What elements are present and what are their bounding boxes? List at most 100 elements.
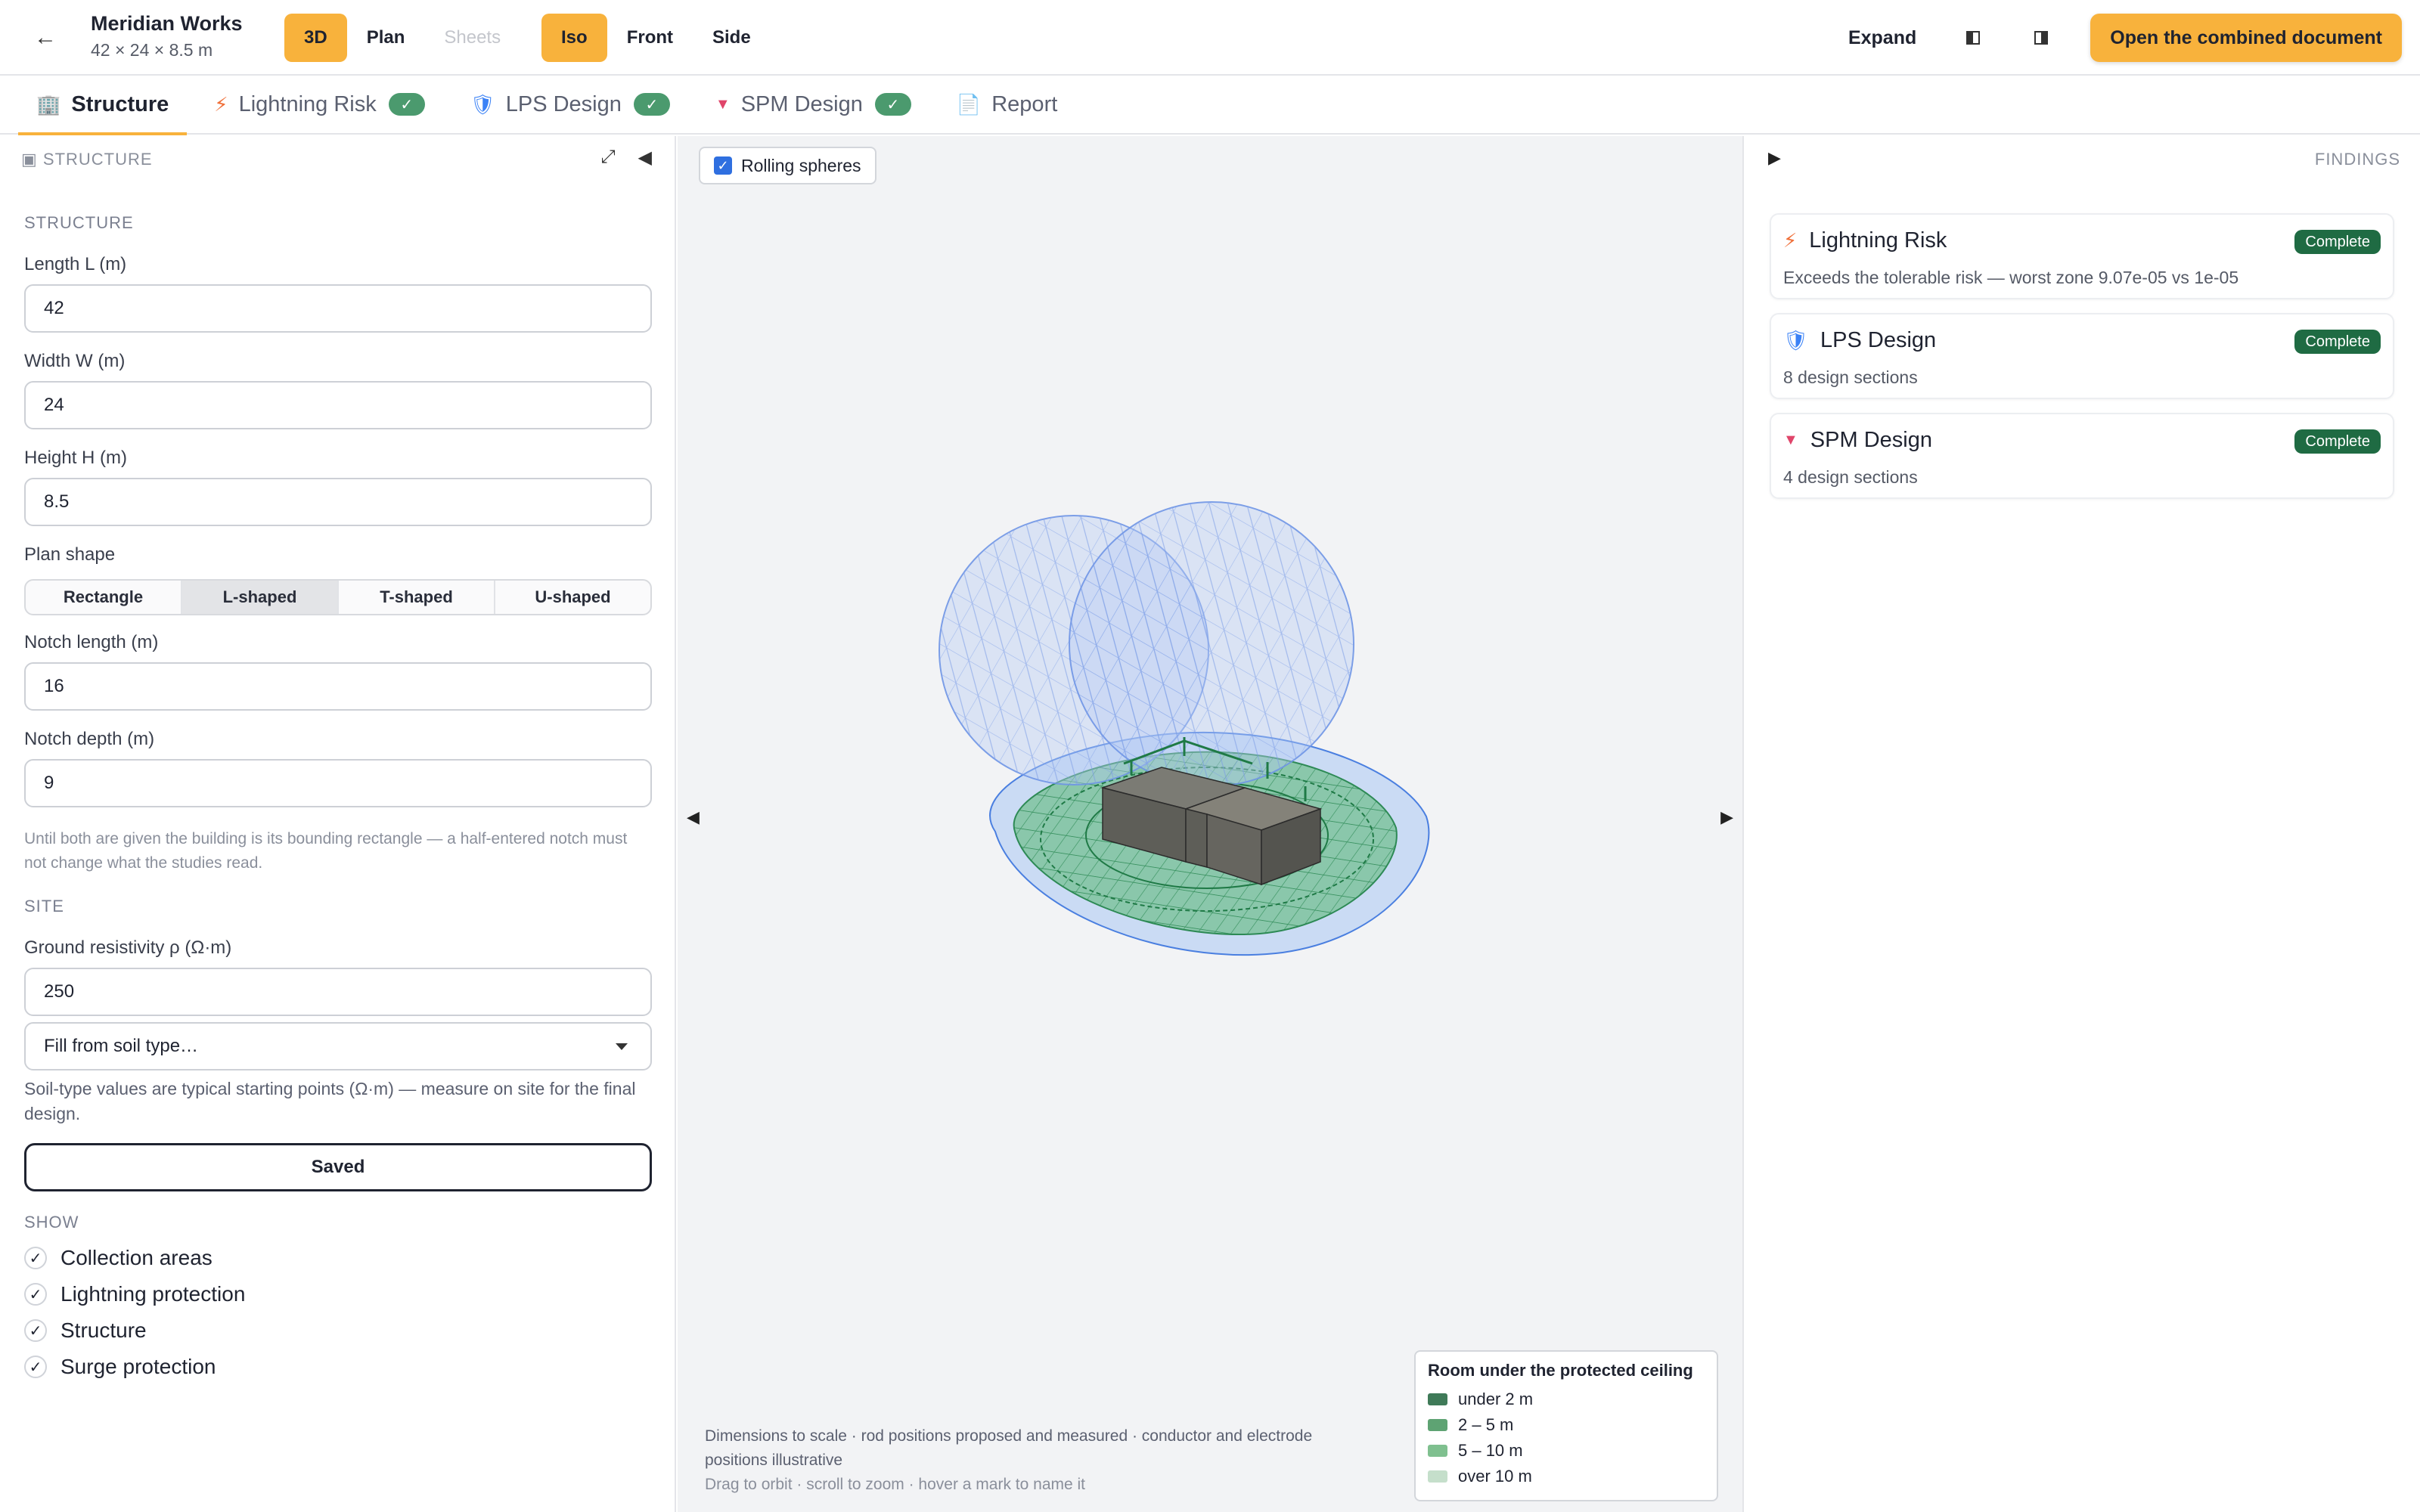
tab-label: SPM Design xyxy=(740,91,863,116)
legend-item: over 10 m xyxy=(1428,1464,1705,1489)
soil-hint: Soil-type values are typical starting po… xyxy=(24,1079,636,1123)
tab-label: Structure xyxy=(71,91,169,116)
height-input[interactable]: 8.5 xyxy=(24,478,652,526)
show-surge-protection-toggle[interactable]: ✓ Surge protection xyxy=(24,1355,216,1379)
legend-swatch xyxy=(1428,1419,1447,1431)
section-site-label: SITE xyxy=(24,897,64,916)
check-icon: ✓ xyxy=(24,1247,47,1269)
triangle-down-icon: ▼ xyxy=(715,95,731,113)
project-info: Meridian Works 42 × 24 × 8.5 m xyxy=(91,12,243,60)
module-tabs: 🏢 Structure ⚡ Lightning Risk ✓ 🛡 LPS Des… xyxy=(0,76,2420,135)
tab-spm-design[interactable]: ▼ SPM Design ✓ xyxy=(697,75,929,134)
project-name: Meridian Works xyxy=(91,12,243,35)
checkbox-checked-icon[interactable]: ✓ xyxy=(714,156,732,175)
notch-depth-label: Notch depth (m) xyxy=(24,729,155,749)
shield-icon: 🛡 xyxy=(1783,329,1809,352)
shape-rectangle-option[interactable]: Rectangle xyxy=(26,581,182,614)
show-item-label: Lightning protection xyxy=(60,1282,246,1306)
back-arrow-icon[interactable]: ← xyxy=(30,21,60,54)
notch-hint: Until both are given the building is its… xyxy=(24,830,628,872)
status-badge: Complete xyxy=(2294,429,2381,454)
resistivity-label: Ground resistivity ρ (Ω·m) xyxy=(24,937,232,958)
shape-t-shaped-option[interactable]: T-shaped xyxy=(339,581,495,614)
view-sheets-button: Sheets xyxy=(444,27,501,48)
shape-l-shaped-option[interactable]: L-shaped xyxy=(182,581,339,614)
legend-item: 2 – 5 m xyxy=(1428,1412,1705,1438)
structure-panel: ▣ STRUCTURE ⤢ ◀ STRUCTURE Length L (m) 4… xyxy=(0,136,676,1512)
3d-scene[interactable] xyxy=(678,136,1742,1512)
3d-viewport[interactable]: ✓ Rolling spheres ◀ ▶ Dimensions to scal… xyxy=(678,136,1742,1512)
status-badge: Complete xyxy=(2294,230,2381,254)
rolling-spheres-toggle[interactable]: ✓ Rolling spheres xyxy=(699,147,876,184)
legend-label: 2 – 5 m xyxy=(1458,1415,1514,1434)
chevron-down-icon xyxy=(616,1043,628,1050)
legend-item: 5 – 10 m xyxy=(1428,1438,1705,1464)
show-lightning-protection-toggle[interactable]: ✓ Lightning protection xyxy=(24,1282,245,1306)
legend-swatch xyxy=(1428,1445,1447,1457)
view-mode-switch: 3D Plan Sheets xyxy=(284,14,520,62)
plan-shape-selector: Rectangle L-shaped T-shaped U-shaped xyxy=(24,579,652,615)
rolling-spheres-label: Rolling spheres xyxy=(741,155,861,175)
card-title: 🛡 LPS Design xyxy=(1783,328,1937,352)
show-item-label: Surge protection xyxy=(60,1355,216,1378)
toggle-left-panel-button[interactable] xyxy=(1939,14,2007,62)
collapse-findings-icon[interactable]: ▶ xyxy=(1768,148,1781,168)
right-panel-icon xyxy=(2034,31,2049,45)
legend-item: under 2 m xyxy=(1428,1387,1705,1412)
width-input[interactable]: 24 xyxy=(24,381,652,429)
shield-icon: 🛡 xyxy=(470,92,495,116)
shape-u-shaped-option[interactable]: U-shaped xyxy=(495,581,650,614)
legend-label: over 10 m xyxy=(1458,1467,1532,1486)
height-label: Height H (m) xyxy=(24,448,128,468)
top-bar: ← Meridian Works 42 × 24 × 8.5 m 3D Plan… xyxy=(0,0,2420,76)
triangle-down-icon: ▼ xyxy=(1783,432,1798,448)
collapse-left-arrow-icon[interactable]: ◀ xyxy=(687,807,700,827)
notch-depth-input[interactable]: 9 xyxy=(24,759,652,807)
tab-label: Lightning Risk xyxy=(238,91,377,116)
building-icon: 🏢 xyxy=(36,92,61,116)
expand-button[interactable]: Expand xyxy=(1826,27,1939,49)
lightning-icon: ⚡ xyxy=(1783,229,1798,252)
collapse-panel-icon[interactable]: ◀ xyxy=(638,147,652,169)
camera-iso-button[interactable]: Iso xyxy=(541,14,607,62)
card-title: ▼ SPM Design xyxy=(1783,428,1932,452)
tab-lps-design[interactable]: 🛡 LPS Design ✓ xyxy=(452,75,688,134)
view-3d-button[interactable]: 3D xyxy=(284,14,347,62)
top-right-actions: Expand Open the combined document xyxy=(1826,14,2402,62)
show-item-label: Collection areas xyxy=(60,1246,213,1269)
show-structure-toggle[interactable]: ✓ Structure xyxy=(24,1318,147,1343)
toggle-right-panel-button[interactable] xyxy=(2007,14,2075,62)
card-title: ⚡ Lightning Risk xyxy=(1783,228,1947,253)
camera-front-button[interactable]: Front xyxy=(607,14,693,62)
scale-note: Dimensions to scale · rod positions prop… xyxy=(705,1427,1313,1469)
notch-length-input[interactable]: 16 xyxy=(24,662,652,711)
view-plan-button[interactable]: Plan xyxy=(347,14,425,62)
tab-structure[interactable]: 🏢 Structure xyxy=(18,75,188,135)
resistivity-input[interactable]: 250 xyxy=(24,968,652,1016)
tab-lightning-risk[interactable]: ⚡ Lightning Risk ✓ xyxy=(196,75,442,134)
legend-label: under 2 m xyxy=(1458,1390,1534,1408)
soil-type-select[interactable]: Fill from soil type… xyxy=(24,1022,652,1070)
expand-panel-icon[interactable]: ⤢ xyxy=(600,147,615,169)
open-combined-document-button[interactable]: Open the combined document xyxy=(2090,14,2402,62)
project-dimensions: 42 × 24 × 8.5 m xyxy=(91,40,213,60)
legend-swatch xyxy=(1428,1470,1447,1483)
camera-switch: Iso Front Side xyxy=(541,14,771,62)
finding-card-spm-design[interactable]: ▼ SPM Design Complete 4 design sections xyxy=(1770,413,2394,499)
navigation-hint: Drag to orbit · scroll to zoom · hover a… xyxy=(705,1476,1086,1493)
legend-label: 5 – 10 m xyxy=(1458,1441,1523,1460)
finding-card-lps-design[interactable]: 🛡 LPS Design Complete 8 design sections xyxy=(1770,313,2394,399)
collapse-right-arrow-icon[interactable]: ▶ xyxy=(1720,807,1733,827)
show-collection-areas-toggle[interactable]: ✓ Collection areas xyxy=(24,1246,213,1270)
soil-type-select-value: Fill from soil type… xyxy=(44,1036,199,1056)
check-icon: ✓ xyxy=(24,1319,47,1342)
length-input[interactable]: 42 xyxy=(24,284,652,333)
ceiling-legend: Room under the protected ceiling under 2… xyxy=(1414,1350,1718,1501)
finding-card-lightning-risk[interactable]: ⚡ Lightning Risk Complete Exceeds the to… xyxy=(1770,213,2394,299)
card-summary: 8 design sections xyxy=(1783,367,1918,387)
camera-side-button[interactable]: Side xyxy=(693,14,771,62)
saved-button[interactable]: Saved xyxy=(24,1143,652,1191)
notch-length-label: Notch length (m) xyxy=(24,632,159,652)
tab-report[interactable]: 📄 Report xyxy=(939,75,1075,134)
findings-title: FINDINGS xyxy=(2314,150,2400,169)
